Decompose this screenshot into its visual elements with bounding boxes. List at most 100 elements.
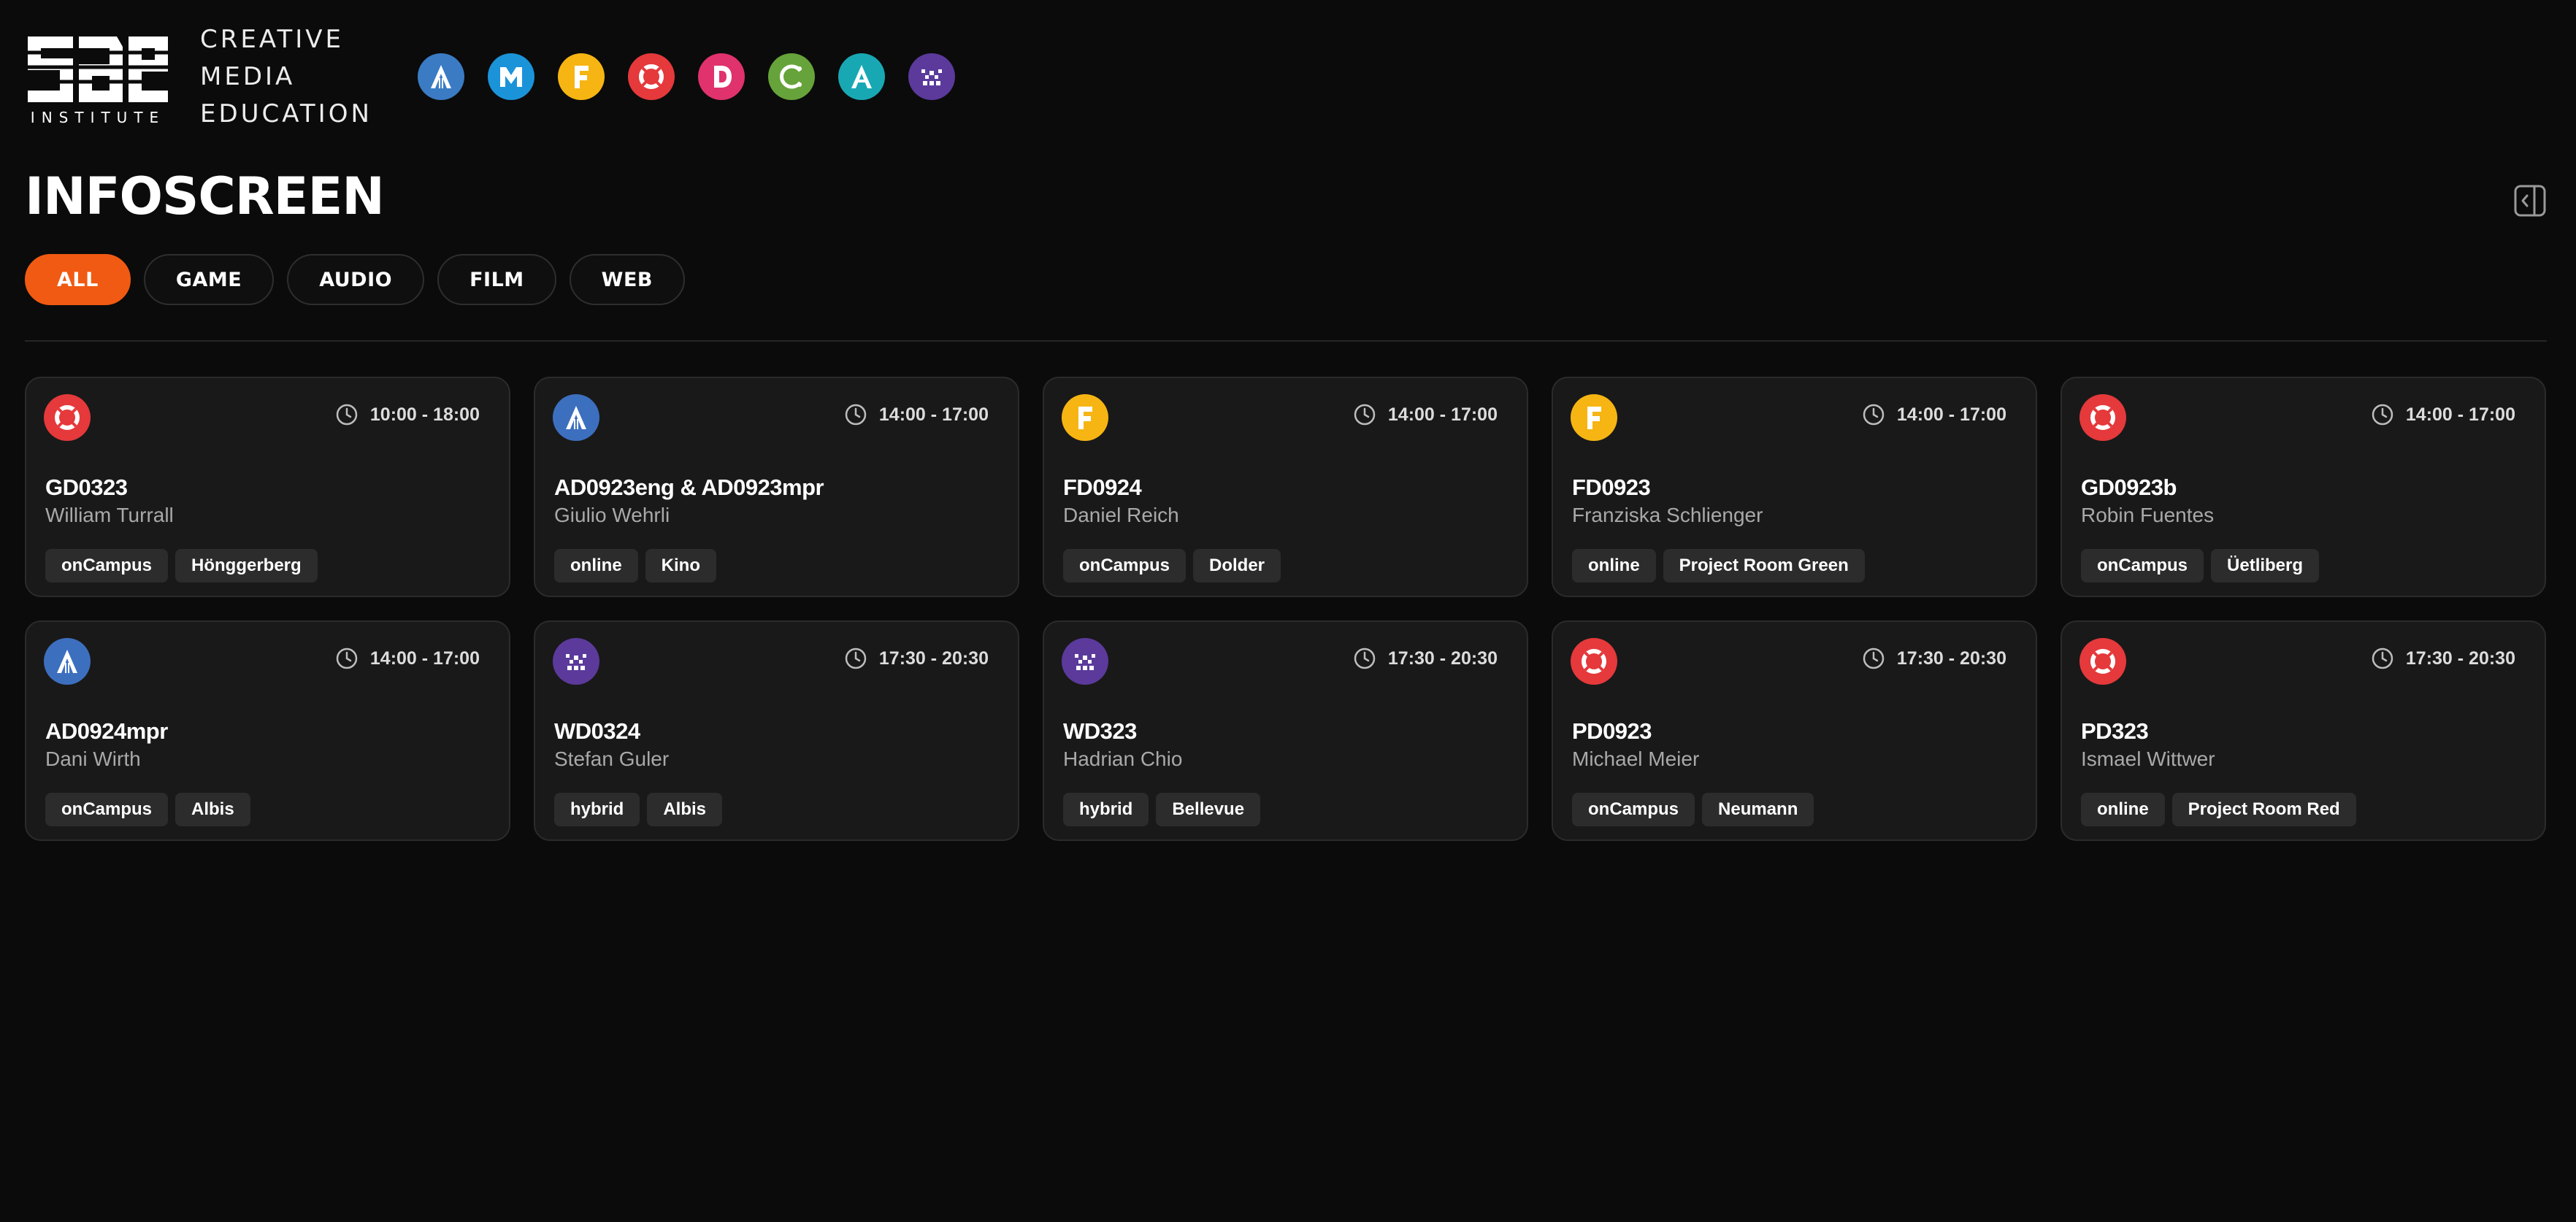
card-tags: onCampus Albis bbox=[45, 793, 258, 826]
clock-icon bbox=[1863, 404, 1885, 426]
clock-icon bbox=[2372, 647, 2393, 669]
card-tags: online Kino bbox=[554, 549, 724, 583]
time-range: 14:00 - 17:00 bbox=[1353, 403, 1498, 426]
card-tags: online Project Room Red bbox=[2081, 793, 2364, 826]
lecturer-name: William Turrall bbox=[45, 504, 174, 526]
time-range: 14:00 - 17:00 bbox=[335, 647, 480, 670]
audio-icon bbox=[553, 394, 599, 441]
time-range: 17:30 - 20:30 bbox=[1353, 647, 1498, 670]
card-tags: onCampus Hönggerberg bbox=[45, 549, 325, 583]
sidebar-toggle-icon[interactable] bbox=[2513, 184, 2547, 218]
room-tag: Kino bbox=[645, 549, 716, 583]
vfx-icon[interactable] bbox=[837, 53, 885, 100]
clock-icon bbox=[336, 404, 358, 426]
time-range: 10:00 - 18:00 bbox=[335, 403, 480, 426]
course-code: WD0324 bbox=[554, 718, 640, 744]
filter-game[interactable]: GAME bbox=[143, 254, 275, 305]
lecturer-name: Dani Wirth bbox=[45, 748, 141, 770]
logo-subtext: INSTITUTE bbox=[31, 109, 165, 126]
schedule-card[interactable]: 17:30 - 20:30 PD0923 Michael Meier onCam… bbox=[1552, 620, 2037, 841]
card-tags: hybrid Albis bbox=[554, 793, 729, 826]
clock-icon bbox=[336, 647, 358, 669]
mode-tag: online bbox=[554, 549, 638, 583]
time-text: 17:30 - 20:30 bbox=[1896, 647, 2006, 669]
schedule-card[interactable]: 17:30 - 20:30 WD323 Hadrian Chio hybrid … bbox=[1043, 620, 1528, 841]
schedule-card[interactable]: 14:00 - 17:00 FD0924 Daniel Reich onCamp… bbox=[1043, 377, 1528, 597]
schedule-card[interactable]: 14:00 - 17:00 AD0923eng & AD0923mpr Giul… bbox=[534, 377, 1019, 597]
film-icon bbox=[1571, 394, 1617, 441]
filter-film[interactable]: FILM bbox=[437, 254, 556, 305]
audio-icon bbox=[44, 638, 91, 685]
film-icon bbox=[1062, 394, 1108, 441]
page-title: INFOSCREEN bbox=[25, 166, 385, 226]
web-icon[interactable] bbox=[908, 53, 955, 100]
room-tag: Neumann bbox=[1702, 793, 1814, 826]
course-code: PD323 bbox=[2081, 718, 2149, 744]
time-range: 14:00 - 17:00 bbox=[1862, 403, 2006, 426]
filter-audio[interactable]: AUDIO bbox=[287, 254, 425, 305]
time-range: 14:00 - 17:00 bbox=[2371, 403, 2515, 426]
mode-tag: onCampus bbox=[45, 549, 169, 583]
course-code: FD0923 bbox=[1572, 474, 1651, 500]
schedule-card[interactable]: 14:00 - 17:00 AD0924mpr Dani Wirth onCam… bbox=[25, 620, 510, 841]
course-code: AD0924mpr bbox=[45, 718, 168, 744]
card-tags: onCampus Neumann bbox=[1572, 793, 1821, 826]
course-code: GD0323 bbox=[45, 474, 128, 500]
schedule-card[interactable]: 14:00 - 17:00 FD0923 Franziska Schlienge… bbox=[1552, 377, 2037, 597]
schedule-card[interactable]: 14:00 - 17:00 GD0923b Robin Fuentes onCa… bbox=[2061, 377, 2546, 597]
animation-icon[interactable] bbox=[767, 53, 815, 100]
schedule-card[interactable]: 17:30 - 20:30 WD0324 Stefan Guler hybrid… bbox=[534, 620, 1019, 841]
media-icon[interactable] bbox=[487, 53, 534, 100]
mode-tag: onCampus bbox=[1063, 549, 1187, 583]
mode-tag: hybrid bbox=[554, 793, 640, 826]
sae-logo[interactable]: INSTITUTE CREATIVE MEDIA EDUCATION bbox=[25, 21, 372, 133]
time-range: 17:30 - 20:30 bbox=[1862, 647, 2006, 670]
game-icon bbox=[2079, 394, 2126, 441]
mode-tag: onCampus bbox=[45, 793, 169, 826]
film-icon[interactable] bbox=[557, 53, 605, 100]
time-text: 14:00 - 17:00 bbox=[878, 404, 989, 425]
time-text: 14:00 - 17:00 bbox=[1896, 404, 2006, 425]
card-tags: online Project Room Green bbox=[1572, 549, 1872, 583]
course-code: GD0923b bbox=[2081, 474, 2177, 500]
game-icon[interactable] bbox=[627, 53, 675, 100]
web-icon bbox=[1062, 638, 1108, 685]
schedule-card[interactable]: 10:00 - 18:00 GD0323 William Turrall onC… bbox=[25, 377, 510, 597]
mode-tag: onCampus bbox=[1572, 793, 1695, 826]
filter-web[interactable]: WEB bbox=[569, 254, 685, 305]
clock-icon bbox=[1354, 647, 1376, 669]
schedule-card[interactable]: 17:30 - 20:30 PD323 Ismael Wittwer onlin… bbox=[2061, 620, 2546, 841]
time-range: 17:30 - 20:30 bbox=[844, 647, 989, 670]
time-text: 14:00 - 17:00 bbox=[369, 647, 480, 669]
brand-tagline: CREATIVE MEDIA EDUCATION bbox=[200, 21, 372, 133]
mode-tag: hybrid bbox=[1063, 793, 1149, 826]
mode-tag: onCampus bbox=[2081, 549, 2204, 583]
lecturer-name: Stefan Guler bbox=[554, 748, 670, 770]
time-text: 17:30 - 20:30 bbox=[878, 647, 989, 669]
brand-line: EDUCATION bbox=[200, 99, 372, 128]
sae-logo-mark: INSTITUTE bbox=[25, 36, 171, 126]
game-icon bbox=[1571, 638, 1617, 685]
card-tags: onCampus Üetliberg bbox=[2081, 549, 2326, 583]
lecturer-name: Hadrian Chio bbox=[1063, 748, 1183, 770]
department-links bbox=[417, 53, 978, 100]
filter-all[interactable]: ALL bbox=[25, 254, 131, 305]
design-icon[interactable] bbox=[697, 53, 745, 100]
course-code: AD0923eng & AD0923mpr bbox=[554, 474, 824, 500]
mode-tag: online bbox=[1572, 549, 1656, 583]
header: INSTITUTE CREATIVE MEDIA EDUCATION bbox=[25, 25, 978, 128]
room-tag: Dolder bbox=[1193, 549, 1281, 583]
time-text: 17:30 - 20:30 bbox=[1387, 647, 1498, 669]
time-text: 14:00 - 17:00 bbox=[2405, 404, 2515, 425]
schedule-grid: 10:00 - 18:00 GD0323 William Turrall onC… bbox=[25, 377, 2548, 841]
clock-icon bbox=[1354, 404, 1376, 426]
lecturer-name: Franziska Schlienger bbox=[1572, 504, 1763, 526]
department-filter: ALL GAME AUDIO FILM WEB bbox=[25, 254, 698, 305]
mode-tag: online bbox=[2081, 793, 2165, 826]
card-tags: hybrid Bellevue bbox=[1063, 793, 1268, 826]
brand-line: MEDIA bbox=[200, 61, 296, 91]
lecturer-name: Robin Fuentes bbox=[2081, 504, 2215, 526]
course-code: WD323 bbox=[1063, 718, 1137, 744]
audio-icon[interactable] bbox=[417, 53, 464, 100]
brand-line: CREATIVE bbox=[200, 24, 345, 54]
